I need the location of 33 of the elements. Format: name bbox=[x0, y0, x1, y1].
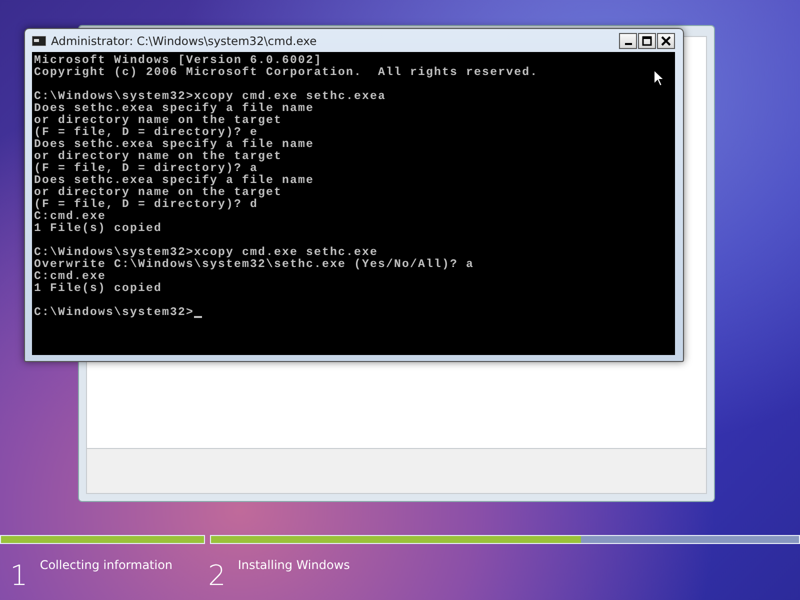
close-icon bbox=[661, 36, 671, 46]
console-line: Does sethc.exea specify a file name bbox=[34, 139, 314, 151]
step-label: Collecting information bbox=[40, 557, 173, 574]
console-line: Microsoft Windows [Version 6.0.6002] bbox=[34, 55, 322, 67]
console-line: C:\Windows\system32> bbox=[34, 307, 194, 319]
console-line: 1 File(s) copied bbox=[34, 223, 162, 235]
console-line: (F = file, D = directory)? d bbox=[34, 199, 258, 211]
console-line: (F = file, D = directory)? a bbox=[34, 163, 258, 175]
mouse-pointer-icon bbox=[653, 69, 665, 87]
step-number: 2 bbox=[208, 558, 226, 591]
console-line: 1 File(s) copied bbox=[34, 283, 162, 295]
console-line: (F = file, D = directory)? e bbox=[34, 127, 258, 139]
minimize-button[interactable] bbox=[619, 32, 637, 48]
text-cursor-icon bbox=[194, 316, 202, 318]
console-line: Does sethc.exea specify a file name bbox=[34, 103, 314, 115]
console-line: C:cmd.exe bbox=[34, 271, 106, 283]
console-line: C:\Windows\system32>xcopy cmd.exe sethc.exea bbox=[34, 91, 386, 103]
step-number: 1 bbox=[10, 558, 28, 591]
console-line: C:cmd.exe bbox=[34, 211, 106, 223]
close-button[interactable] bbox=[657, 32, 675, 48]
console-icon bbox=[32, 36, 46, 46]
console-line: or directory name on the target bbox=[34, 115, 282, 127]
step-label: Installing Windows bbox=[238, 557, 350, 574]
console-line: Copyright (c) 2006 Microsoft Corporation. All rights reserved. bbox=[34, 67, 538, 79]
maximize-button[interactable] bbox=[638, 32, 656, 48]
console-line: C:\Windows\system32>xcopy cmd.exe sethc.exe bbox=[34, 247, 378, 259]
minimize-icon bbox=[624, 43, 632, 45]
console-line: or directory name on the target bbox=[34, 151, 282, 163]
window-title: Administrator: C:\Windows\system32\cmd.exe bbox=[51, 34, 317, 48]
console-line: Overwrite C:\Windows\system32\sethc.exe (Yes/No/All)? a bbox=[34, 259, 474, 271]
maximize-icon bbox=[642, 36, 652, 46]
console-line: Does sethc.exea specify a file name bbox=[34, 175, 314, 187]
console-line: or directory name on the target bbox=[34, 187, 282, 199]
